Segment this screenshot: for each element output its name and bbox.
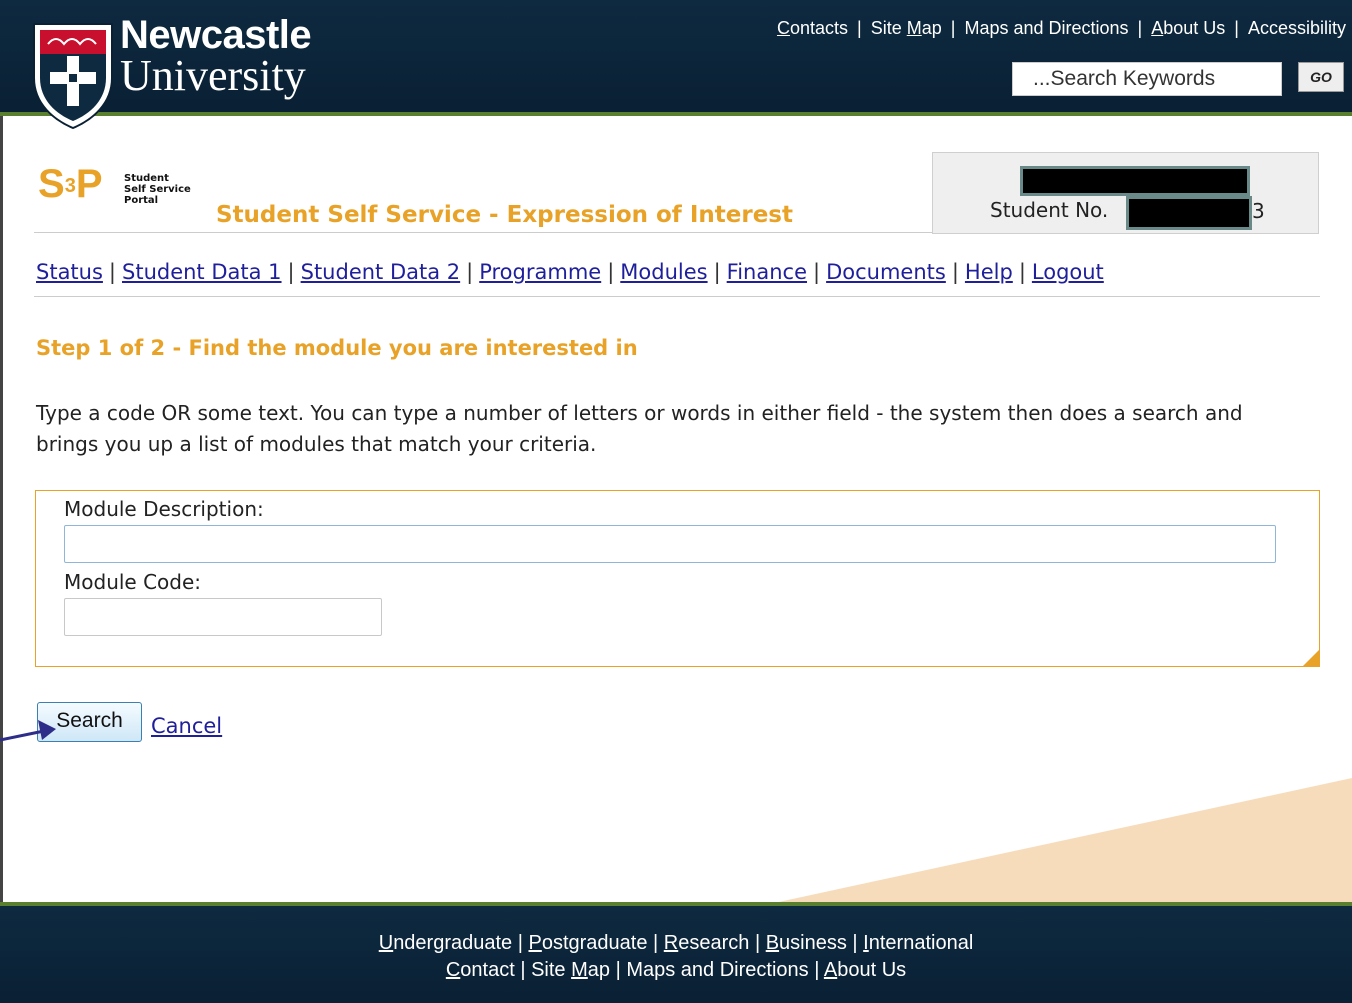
footer-link-research[interactable]: Research xyxy=(664,932,750,954)
footer-links-row2: Contact | Site Map | Maps and Directions… xyxy=(445,959,907,981)
header-search-input[interactable]: ...Search Keywords xyxy=(1012,62,1282,96)
main-nav: Status | Student Data 1 | Student Data 2 | Pro… xyxy=(36,260,1104,284)
logo-line1: Newcastle xyxy=(120,13,312,57)
arrow-pointer-icon xyxy=(0,720,56,742)
nav-student-data-2[interactable]: Student Data 2 xyxy=(301,260,461,284)
module-code-input[interactable] xyxy=(64,598,382,636)
footer-link-maps-directions[interactable]: Maps and Directions xyxy=(626,959,808,981)
go-button[interactable]: GO xyxy=(1298,62,1344,92)
nav-finance[interactable]: Finance xyxy=(727,260,807,284)
step-heading: Step 1 of 2 - Find the module you are in… xyxy=(36,336,638,360)
redacted-name xyxy=(1020,166,1250,196)
top-link-site-map[interactable]: Site Map xyxy=(871,18,942,38)
divider xyxy=(34,232,932,233)
top-links: Contacts | Site Map | Maps and Directions | Ab… xyxy=(776,18,1346,38)
footer-link-business[interactable]: Business xyxy=(766,932,847,954)
s3p-logo: S3P xyxy=(38,162,103,206)
nav-status[interactable]: Status xyxy=(36,260,103,284)
site-header: Newcastle University Contacts | Site Map | M… xyxy=(0,0,1352,130)
shield-icon xyxy=(33,23,113,130)
footer-link-about-us[interactable]: About Us xyxy=(824,959,906,981)
nav-help[interactable]: Help xyxy=(965,260,1013,284)
nav-student-data-1[interactable]: Student Data 1 xyxy=(122,260,282,284)
student-no-label: Student No. xyxy=(990,198,1109,222)
nav-modules[interactable]: Modules xyxy=(620,260,707,284)
resize-corner xyxy=(1303,650,1319,666)
logo-line2: University xyxy=(120,51,306,100)
instructions-text: Type a code OR some text. You can type a… xyxy=(36,401,1243,456)
top-link-contacts[interactable]: Contacts xyxy=(777,18,848,38)
module-description-label: Module Description: xyxy=(64,497,264,521)
redacted-student-number xyxy=(1126,196,1252,230)
module-description-input[interactable] xyxy=(64,525,1276,563)
nav-documents[interactable]: Documents xyxy=(826,260,946,284)
module-code-label: Module Code: xyxy=(64,570,202,594)
university-logo[interactable]: Newcastle University xyxy=(30,13,370,130)
page-title: Student Self Service - Expression of Int… xyxy=(216,202,793,228)
nav-programme[interactable]: Programme xyxy=(479,260,601,284)
cancel-link[interactable]: Cancel xyxy=(151,714,222,738)
footer-link-postgraduate[interactable]: Postgraduate xyxy=(528,932,647,954)
site-footer: Undergraduate | Postgraduate | Research … xyxy=(0,902,1352,1003)
search-form: Module Description: Module Code: xyxy=(35,490,1320,667)
top-link-maps-directions[interactable]: Maps and Directions xyxy=(964,18,1128,38)
nav-logout[interactable]: Logout xyxy=(1032,260,1104,284)
top-link-about-us[interactable]: About Us xyxy=(1151,18,1225,38)
footer-link-international[interactable]: International xyxy=(863,932,973,954)
s3p-subtitle: Student Self Service Portal xyxy=(124,173,191,206)
top-link-accessibility[interactable]: Accessibility xyxy=(1248,18,1346,38)
footer-link-site-map[interactable]: Site Map xyxy=(531,959,610,981)
divider xyxy=(34,296,1320,297)
footer-links-row1: Undergraduate | Postgraduate | Research … xyxy=(378,932,974,954)
student-no-tail: 3 xyxy=(1252,199,1265,223)
footer-link-contact[interactable]: Contact xyxy=(446,959,515,981)
footer-link-undergraduate[interactable]: Undergraduate xyxy=(379,932,512,954)
